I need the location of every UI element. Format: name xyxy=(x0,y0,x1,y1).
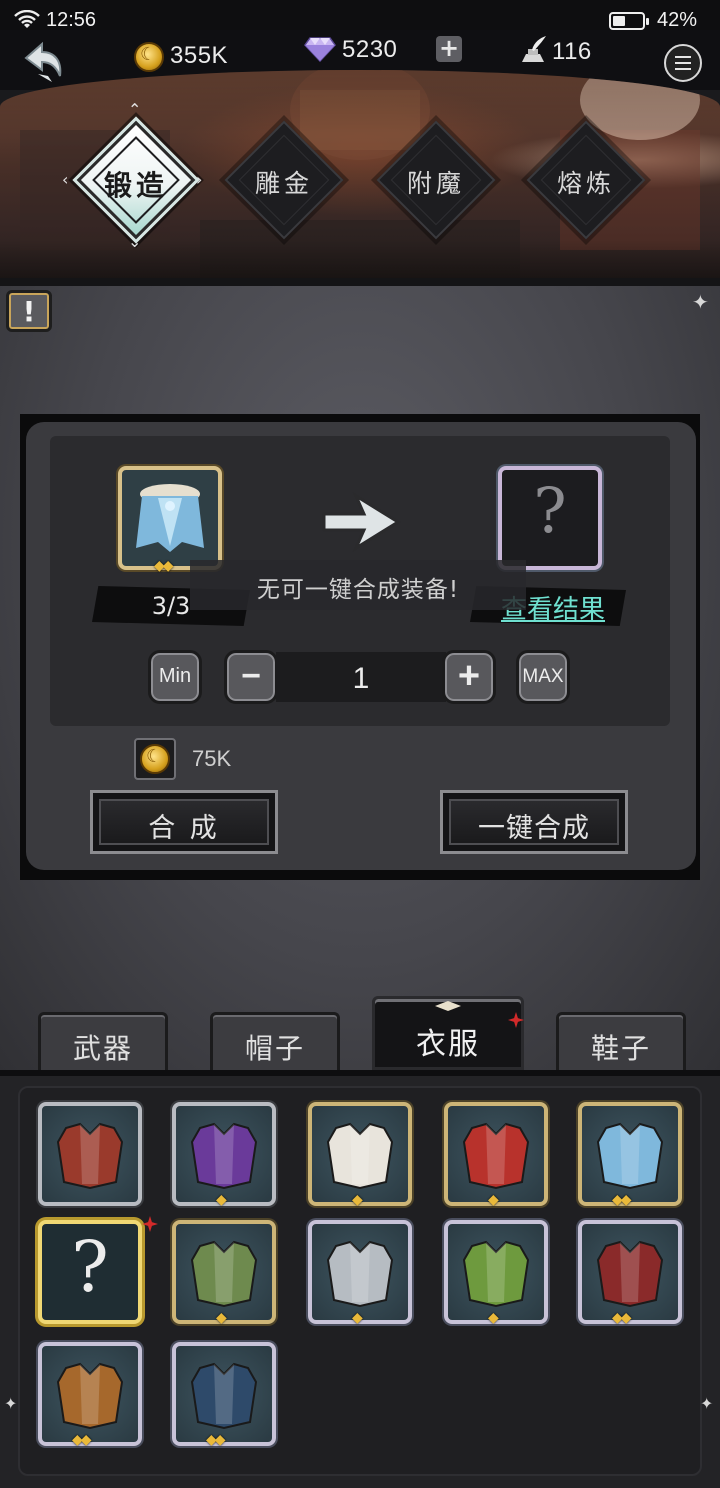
rarity-diamonds: ◆◆ xyxy=(612,1310,631,1326)
inventory-divider xyxy=(0,1070,720,1076)
source-rarity-diamonds: ◆◆ xyxy=(154,558,173,574)
leaf-feather-vest-icon xyxy=(462,1240,530,1308)
inventory-item-white-dress[interactable]: ◆ xyxy=(308,1102,412,1208)
sparkle-icon: ✦ xyxy=(4,1394,18,1413)
quill-ink-icon xyxy=(522,36,546,62)
sparkle-icon: ✦ xyxy=(700,1394,714,1413)
min-button[interactable]: Min xyxy=(148,650,202,704)
crimson-robe-icon xyxy=(596,1240,664,1308)
tab-clothes[interactable]: 衣服 xyxy=(372,996,524,1070)
arrow-right-icon xyxy=(322,492,401,552)
tab-engrave[interactable]: 雕金 xyxy=(224,120,344,240)
white-dress-icon xyxy=(326,1122,394,1190)
rarity-diamonds: ◆ xyxy=(488,1192,499,1208)
inventory-item-blue-fur-cape[interactable]: ◆◆ xyxy=(578,1102,682,1208)
max-label: MAX xyxy=(522,666,564,687)
tab-hats-label: 帽子 xyxy=(244,1032,305,1065)
purple-cloak-icon xyxy=(190,1122,258,1190)
red-military-jacket-icon xyxy=(462,1122,530,1190)
tab-engrave-label: 雕金 xyxy=(254,169,313,198)
inventory-item-steel-chest-armor[interactable]: ◆ xyxy=(308,1220,412,1326)
gold-coin-icon xyxy=(134,42,164,72)
tab-weapons[interactable]: 武器 xyxy=(38,1012,168,1070)
tab-enchant-label: 附魔 xyxy=(406,169,465,198)
toast-text: 无可一键合成装备! xyxy=(256,577,460,603)
toast-message: 无可一键合成装备! xyxy=(190,560,526,610)
unknown-item-icon: ? xyxy=(71,1226,109,1308)
blue-fur-cape-icon xyxy=(136,484,204,552)
unknown-result-icon: ? xyxy=(533,474,567,547)
rarity-diamonds: ◆ xyxy=(216,1192,227,1208)
inventory-item-green-ruffled-shirt[interactable]: ◆ xyxy=(172,1220,276,1326)
inventory-item-unknown-item[interactable]: ? xyxy=(38,1216,158,1324)
quill-amount: 116 xyxy=(552,38,592,65)
tab-shoes[interactable]: 鞋子 xyxy=(556,1012,686,1070)
tab-forge[interactable]: 锻造 xyxy=(76,120,196,240)
sparkle-icon: ✦ xyxy=(692,290,709,314)
gold-coin-icon xyxy=(140,744,170,774)
inventory-item-blue-gold-armor[interactable]: ◆◆ xyxy=(172,1342,276,1448)
decrement-button[interactable]: − xyxy=(224,650,278,704)
chevron-down-icon: ⌄ xyxy=(128,232,142,251)
inventory-item-fur-trimmed-red-coat[interactable] xyxy=(38,1102,142,1206)
inventory-item-leaf-feather-vest[interactable]: ◆ xyxy=(444,1220,548,1326)
blue-fur-cape-icon xyxy=(596,1122,664,1190)
info-button[interactable]: ! xyxy=(6,290,52,332)
rarity-diamonds: ◆ xyxy=(352,1310,363,1326)
tab-shoes-label: 鞋子 xyxy=(590,1032,651,1065)
brown-trench-coat-icon xyxy=(56,1362,124,1430)
source-item-slot[interactable] xyxy=(118,466,222,570)
fur-trimmed-red-coat-icon xyxy=(56,1122,124,1190)
chevron-right-icon: › xyxy=(196,170,203,189)
craft-cost: 75K xyxy=(192,746,232,771)
green-ruffled-shirt-icon xyxy=(190,1240,258,1308)
battery-icon xyxy=(609,12,649,30)
chevron-left-icon: ‹ xyxy=(62,170,69,189)
clock: 12:56 xyxy=(46,9,97,31)
max-button[interactable]: MAX xyxy=(516,650,570,704)
rarity-diamonds: ◆ xyxy=(488,1310,499,1326)
rarity-diamonds: ◆◆ xyxy=(206,1432,225,1448)
blue-gold-armor-icon xyxy=(190,1362,258,1430)
steel-chest-armor-icon xyxy=(326,1240,394,1308)
plus-icon: + xyxy=(457,655,481,697)
rarity-diamonds: ◆ xyxy=(352,1192,363,1208)
craft-button-label: 合 成 xyxy=(148,813,220,844)
tab-clothes-label: 衣服 xyxy=(416,1027,480,1062)
craft-button[interactable]: 合 成 xyxy=(90,790,278,854)
increment-button[interactable]: + xyxy=(442,650,496,704)
exclamation-icon: ! xyxy=(22,295,36,328)
wifi-icon xyxy=(14,10,40,28)
result-item-slot[interactable]: ? xyxy=(498,466,602,570)
auto-craft-button-label: 一键合成 xyxy=(478,813,590,844)
add-gems-button[interactable]: + xyxy=(436,36,462,62)
auto-craft-button[interactable]: 一键合成 xyxy=(440,790,628,854)
inventory-item-purple-cloak[interactable]: ◆ xyxy=(172,1102,276,1208)
tab-enchant[interactable]: 附魔 xyxy=(376,120,496,240)
tab-weapons-label: 武器 xyxy=(72,1032,133,1065)
quantity-value: 1 xyxy=(352,662,370,695)
gem-icon xyxy=(304,37,336,62)
inventory-item-brown-trench-coat[interactable]: ◆◆ xyxy=(38,1342,142,1448)
tab-smelt-label: 熔炼 xyxy=(556,169,615,198)
battery-percent: 42% xyxy=(657,9,698,31)
gold-amount: 355K xyxy=(170,42,229,69)
tab-forge-label: 锻造 xyxy=(103,169,168,202)
quantity-field[interactable]: 1 xyxy=(276,652,446,702)
chevron-up-icon: ⌃ xyxy=(128,100,142,119)
minus-icon: − xyxy=(241,657,261,695)
min-label: Min xyxy=(158,665,192,687)
rarity-diamonds: ◆◆ xyxy=(612,1192,631,1208)
inventory-item-red-military-jacket[interactable]: ◆ xyxy=(444,1102,548,1208)
gem-amount: 5230 xyxy=(342,36,398,63)
cost-coin-slot xyxy=(134,738,176,780)
inventory-item-crimson-robe[interactable]: ◆◆ xyxy=(578,1220,682,1326)
rarity-diamonds: ◆◆ xyxy=(72,1432,91,1448)
rarity-diamonds: ◆ xyxy=(216,1310,227,1326)
tab-hats[interactable]: 帽子 xyxy=(210,1012,340,1070)
tab-smelt[interactable]: 熔炼 xyxy=(526,120,646,240)
